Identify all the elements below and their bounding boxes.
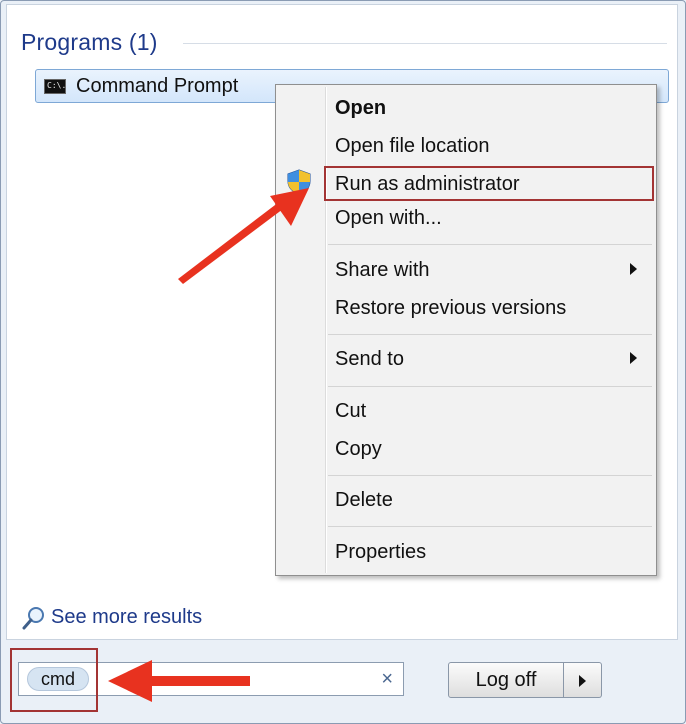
menu-separator bbox=[328, 526, 652, 527]
group-divider bbox=[183, 43, 667, 44]
menu-item-cut[interactable]: Cut bbox=[335, 400, 366, 423]
menu-item-send-to[interactable]: Send to bbox=[335, 348, 404, 371]
menu-separator bbox=[328, 475, 652, 476]
shutdown-options-arrow-button[interactable] bbox=[564, 662, 602, 698]
menu-separator bbox=[328, 334, 652, 335]
run-as-admin-highlight bbox=[324, 166, 654, 201]
log-off-button[interactable]: Log off bbox=[448, 662, 564, 698]
search-query-highlight bbox=[10, 648, 98, 712]
command-prompt-icon: C:\. bbox=[44, 79, 66, 94]
clear-search-icon[interactable]: × bbox=[381, 668, 393, 691]
search-icon bbox=[22, 607, 44, 630]
menu-item-delete[interactable]: Delete bbox=[335, 489, 393, 512]
see-more-label: See more results bbox=[51, 606, 203, 628]
submenu-arrow-icon bbox=[630, 263, 637, 275]
menu-separator bbox=[328, 386, 652, 387]
menu-item-restore-previous-versions[interactable]: Restore previous versions bbox=[335, 297, 566, 320]
programs-group-header: Programs (1) bbox=[21, 29, 158, 55]
menu-item-open[interactable]: Open bbox=[335, 97, 386, 120]
uac-shield-icon bbox=[287, 169, 311, 195]
menu-item-open-file-location[interactable]: Open file location bbox=[335, 135, 490, 158]
menu-separator bbox=[328, 244, 652, 245]
menu-item-share-with[interactable]: Share with bbox=[335, 259, 430, 282]
menu-item-properties[interactable]: Properties bbox=[335, 541, 426, 564]
submenu-arrow-icon bbox=[630, 352, 637, 364]
menu-item-copy[interactable]: Copy bbox=[335, 438, 382, 461]
result-item-label: Command Prompt bbox=[76, 75, 239, 97]
context-menu: Open Open file location Run as administr… bbox=[275, 84, 657, 576]
menu-item-open-with[interactable]: Open with... bbox=[335, 207, 442, 230]
